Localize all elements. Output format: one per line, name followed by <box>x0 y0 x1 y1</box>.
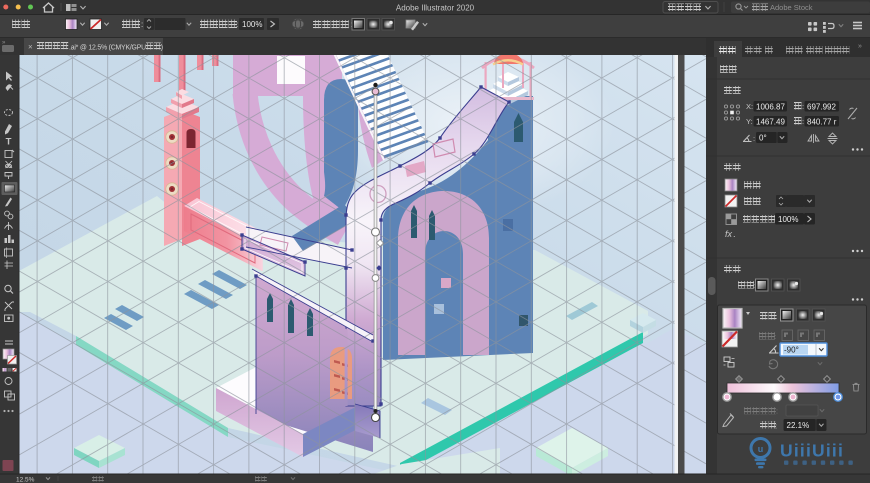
svg-text::: : <box>802 117 804 126</box>
svg-text:): ) <box>161 45 163 52</box>
svg-text::: : <box>753 281 755 290</box>
svg-text:.ai* @ 12.5% (CMYK/GPU: .ai* @ 12.5% (CMYK/GPU <box>69 45 146 52</box>
svg-text:Adobe Stock: Adobe Stock <box>770 3 813 12</box>
svg-text:-90°: -90° <box>784 346 799 355</box>
svg-text::: : <box>236 20 238 29</box>
svg-text::: : <box>774 332 776 341</box>
svg-text:100%: 100% <box>242 20 262 29</box>
svg-text:1467.49: 1467.49 <box>756 117 785 126</box>
svg-text:697.992: 697.992 <box>807 102 836 111</box>
svg-text:Adobe Illustrator 2020: Adobe Illustrator 2020 <box>396 4 475 13</box>
svg-text:u: u <box>758 444 764 454</box>
svg-text:×: × <box>28 43 33 52</box>
svg-text::: : <box>141 20 143 29</box>
svg-text:100%: 100% <box>778 215 798 224</box>
svg-text:.: . <box>733 229 736 239</box>
svg-text:12.5%: 12.5% <box>16 477 35 483</box>
svg-text::: : <box>753 134 755 143</box>
svg-text:840.77 r: 840.77 r <box>807 117 837 126</box>
svg-text:1006.87: 1006.87 <box>756 102 785 111</box>
svg-text:Y:: Y: <box>746 117 753 126</box>
svg-text:UiiiUiii: UiiiUiii <box>780 441 844 461</box>
svg-text:22.1%: 22.1% <box>787 421 810 430</box>
svg-text:0°: 0° <box>759 134 767 143</box>
svg-text::: : <box>775 422 777 431</box>
svg-text:T: T <box>6 137 12 148</box>
svg-text:fx: fx <box>725 229 733 239</box>
svg-text:»: » <box>858 43 862 50</box>
svg-text::: : <box>776 312 778 321</box>
svg-text::: : <box>802 102 804 111</box>
svg-text::: : <box>776 407 778 416</box>
svg-text:X:: X: <box>746 102 753 111</box>
